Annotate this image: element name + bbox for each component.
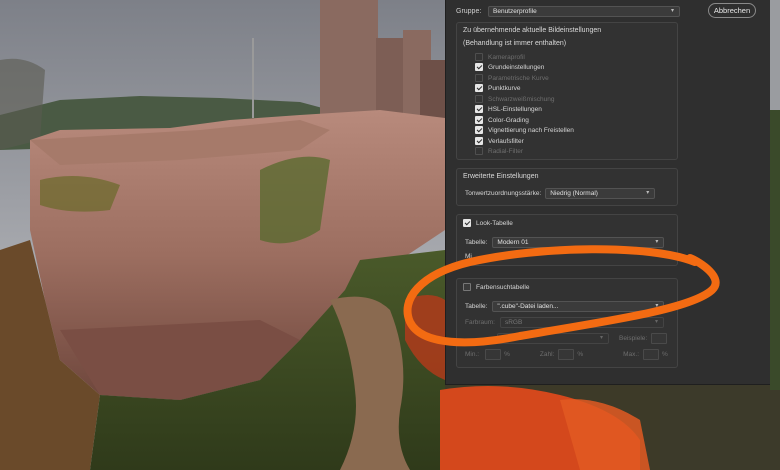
group-select[interactable]: Benutzerprofile ▾ <box>488 5 680 17</box>
current-settings-subtitle: (Behandlung ist immer enthalten) <box>463 40 567 47</box>
color-lookup-group: Farbensuchtabelle Tabelle: ".cube"-Datei… <box>456 278 678 368</box>
setting-color-grading[interactable]: Color-Grading <box>475 115 529 125</box>
color-lookup-toggle[interactable]: Farbensuchtabelle <box>463 283 529 291</box>
current-settings-title: Zu übernehmende aktuelle Bildeinstellung… <box>463 27 602 34</box>
checkbox[interactable] <box>475 95 483 103</box>
percent-label: % <box>504 351 510 358</box>
current-settings-group: Zu übernehmende aktuelle Bildeinstellung… <box>456 22 678 160</box>
setting-camera-profile[interactable]: Kameraprofil <box>475 52 525 62</box>
checkbox[interactable] <box>475 53 483 61</box>
min-input[interactable] <box>485 349 502 360</box>
advanced-settings-title: Erweiterte Einstellungen <box>463 173 539 180</box>
samples-label: Beispiele: <box>619 335 648 342</box>
setting-vignette[interactable]: Vignettierung nach Freistellen <box>475 125 574 135</box>
color-space-value: sRGB <box>504 319 523 326</box>
chevron-down-icon: ▾ <box>655 303 659 309</box>
cancel-button[interactable]: Abbrechen <box>708 3 756 18</box>
setting-radial-filter[interactable]: Radial-Filter <box>475 146 523 156</box>
chevron-down-icon: ▾ <box>655 239 659 245</box>
checkbox[interactable] <box>475 84 483 92</box>
chevron-down-icon: ▾ <box>646 190 650 196</box>
cube-file-value: ".cube"-Datei laden... <box>497 303 559 310</box>
setting-label: Schwarzweißmischung <box>488 95 555 103</box>
tone-mapping-value: Niedrig (Normal) <box>550 190 598 197</box>
look-table-select[interactable]: Modern 01 ▾ <box>492 237 665 248</box>
setting-label: Radial-Filter <box>488 147 524 155</box>
advanced-settings-group: Erweiterte Einstellungen Tonwertzuordnun… <box>456 168 678 206</box>
resolution-row: ▾ Beispiele: <box>497 333 668 344</box>
chevron-down-icon: ▾ <box>654 319 658 325</box>
setting-label: HSL-Einstellungen <box>488 105 542 113</box>
setting-hsl[interactable]: HSL-Einstellungen <box>475 104 542 114</box>
count-input[interactable] <box>558 349 575 360</box>
samples-input[interactable] <box>651 333 668 344</box>
setting-graduated-filter[interactable]: Verlaufsfilter <box>475 136 524 146</box>
look-table-min-row: Mi <box>465 253 472 260</box>
checkbox[interactable] <box>463 219 471 227</box>
checkbox[interactable] <box>475 63 483 71</box>
percent-label: % <box>662 351 668 358</box>
max-label: Max.: <box>623 351 640 358</box>
setting-label: Punktkurve <box>488 84 521 92</box>
look-table-min-label: Mi <box>465 253 472 260</box>
setting-basic[interactable]: Grundeinstellungen <box>475 62 544 72</box>
checkbox[interactable] <box>475 116 483 124</box>
setting-label: Vignettierung nach Freistellen <box>488 126 574 134</box>
chevron-down-icon: ▾ <box>671 7 675 14</box>
checkbox[interactable] <box>475 126 483 134</box>
setting-label: Verlaufsfilter <box>488 137 524 145</box>
look-table-row: Tabelle: Modern 01 ▾ <box>465 237 665 248</box>
setting-point-curve[interactable]: Punktkurve <box>475 83 521 93</box>
setting-label: Color-Grading <box>488 116 529 124</box>
setting-label: Parametrische Kurve <box>488 74 549 82</box>
setting-bw-mix[interactable]: Schwarzweißmischung <box>475 94 554 104</box>
color-space-label: Farbraum: <box>465 319 495 326</box>
color-space-row: Farbraum: sRGB ▾ <box>465 317 664 328</box>
setting-parametric-curve[interactable]: Parametrische Kurve <box>475 73 549 83</box>
color-lookup-label: Farbensuchtabelle <box>476 283 530 291</box>
min-label: Min.: <box>465 351 480 358</box>
chevron-down-icon: ▾ <box>600 335 604 341</box>
color-lookup-table-row: Tabelle: ".cube"-Datei laden... ▾ <box>465 301 665 312</box>
checkbox[interactable] <box>475 147 483 155</box>
checkbox[interactable] <box>475 74 483 82</box>
tone-mapping-select[interactable]: Niedrig (Normal) ▾ <box>545 188 656 199</box>
look-table-table-label: Tabelle: <box>465 239 488 246</box>
setting-label: Kameraprofil <box>488 53 525 61</box>
look-table-group: Look-Tabelle Tabelle: Modern 01 ▾ Mi <box>456 214 678 266</box>
resolution-select[interactable]: ▾ <box>497 333 609 344</box>
look-table-toggle[interactable]: Look-Tabelle <box>463 219 513 227</box>
checkbox[interactable] <box>475 137 483 145</box>
checkbox[interactable] <box>463 283 471 291</box>
look-table-value: Modern 01 <box>497 239 529 246</box>
range-row: Min.: % Zahl: % Max.: % <box>465 349 668 360</box>
tone-mapping-row: Tonwertzuordnungsstärke: Niedrig (Normal… <box>465 188 656 199</box>
cube-file-select[interactable]: ".cube"-Datei laden... ▾ <box>492 301 665 312</box>
percent-label: % <box>577 351 584 358</box>
group-select-value: Benutzerprofile <box>493 7 537 15</box>
count-label: Zahl: <box>539 351 555 358</box>
setting-label: Grundeinstellungen <box>488 63 545 71</box>
group-label: Gruppe: <box>456 7 482 15</box>
look-table-label: Look-Tabelle <box>476 219 513 227</box>
preset-dialog: Gruppe: Benutzerprofile ▾ Abbrechen Zu ü… <box>445 0 770 385</box>
tone-mapping-label: Tonwertzuordnungsstärke: <box>465 190 542 197</box>
color-lookup-table-label: Tabelle: <box>465 303 488 310</box>
max-input[interactable] <box>643 349 660 360</box>
color-space-select[interactable]: sRGB ▾ <box>499 317 664 328</box>
checkbox[interactable] <box>475 105 483 113</box>
